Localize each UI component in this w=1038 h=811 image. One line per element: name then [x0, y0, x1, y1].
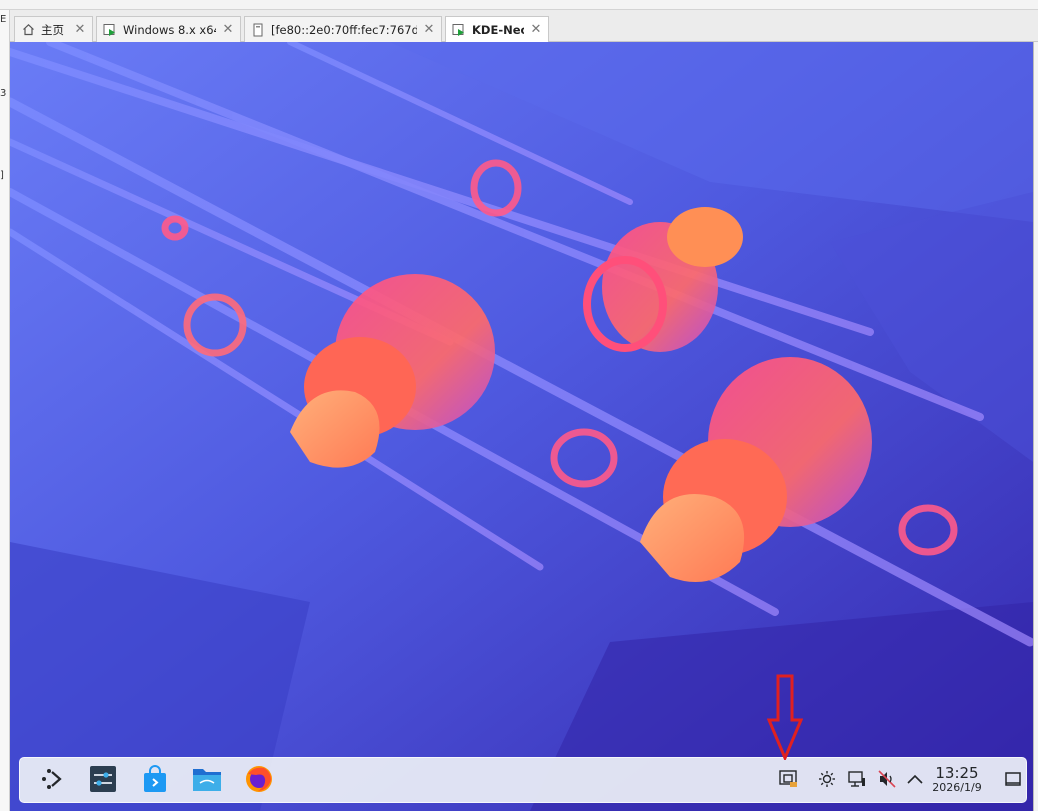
volume-muted-icon: [877, 769, 897, 794]
folder-icon: [192, 765, 222, 798]
close-icon[interactable]: ✕: [222, 23, 234, 36]
tab-bar: 主页 ✕ Windows 8.x x64 ✕ [fe80::2e0:70ff:f…: [10, 10, 1038, 43]
show-desktop-icon: [1004, 770, 1022, 793]
vm-running-icon: [103, 23, 117, 37]
annotation-arrow-down-icon: [767, 674, 803, 760]
left-gutter: E 3 ]: [0, 10, 10, 811]
system-settings-button[interactable]: [86, 764, 120, 798]
brightness-tray-button[interactable]: [816, 770, 838, 792]
gutter-mark: ]: [0, 170, 4, 181]
close-icon[interactable]: ✕: [74, 23, 86, 36]
home-icon: [21, 23, 35, 37]
app-launcher-button[interactable]: [35, 764, 69, 798]
tab-remote-host[interactable]: [fe80::2e0:70ff:fec7:767d] ✕: [244, 16, 442, 42]
tab-label: [fe80::2e0:70ff:fec7:767d]: [271, 22, 417, 37]
remote-host-icon: [251, 23, 265, 37]
gutter-mark: 3: [0, 88, 7, 99]
window-top-strip: [0, 0, 1038, 10]
window-right-edge: [1033, 42, 1038, 811]
brightness-icon: [818, 770, 836, 793]
tab-kde-neon[interactable]: KDE-Neon ✕: [445, 16, 549, 43]
discover-store-icon: [141, 764, 169, 798]
tab-label: KDE-Neon: [472, 23, 524, 37]
show-desktop-button[interactable]: [1002, 770, 1024, 792]
volume-tray-button[interactable]: [876, 769, 898, 794]
tab-label: 主页: [41, 22, 64, 37]
network-wired-icon: [847, 769, 867, 794]
desktop-wallpaper: [10, 42, 1033, 811]
close-icon[interactable]: ✕: [423, 23, 435, 36]
vm-tools-icon: [778, 768, 800, 795]
firefox-button[interactable]: [242, 764, 276, 798]
vm-display[interactable]: 13:25 2026/1/9: [10, 42, 1033, 811]
plasma-panel: 13:25 2026/1/9: [19, 757, 1027, 803]
vm-tools-tray-button[interactable]: [778, 768, 800, 795]
tab-label: Windows 8.x x64: [123, 22, 216, 37]
firefox-icon: [244, 764, 274, 799]
kde-launcher-icon: [39, 766, 65, 797]
discover-button[interactable]: [138, 764, 172, 798]
settings-sliders-icon: [89, 765, 117, 798]
vmware-window: E 3 ] 主页 ✕ Windows 8.x x64 ✕ [fe80::2e0:…: [0, 0, 1038, 811]
tab-home[interactable]: 主页 ✕: [14, 16, 93, 42]
tab-windows-vm[interactable]: Windows 8.x x64 ✕: [96, 16, 241, 42]
gutter-mark: E: [0, 14, 7, 25]
vm-running-icon: [452, 23, 466, 37]
clock-time: 13:25: [935, 764, 979, 782]
network-tray-button[interactable]: [846, 770, 868, 792]
close-icon[interactable]: ✕: [530, 23, 542, 36]
clock-date: 2026/1/9: [932, 781, 982, 794]
digital-clock[interactable]: 13:25 2026/1/9: [922, 765, 992, 795]
dolphin-button[interactable]: [190, 764, 224, 798]
